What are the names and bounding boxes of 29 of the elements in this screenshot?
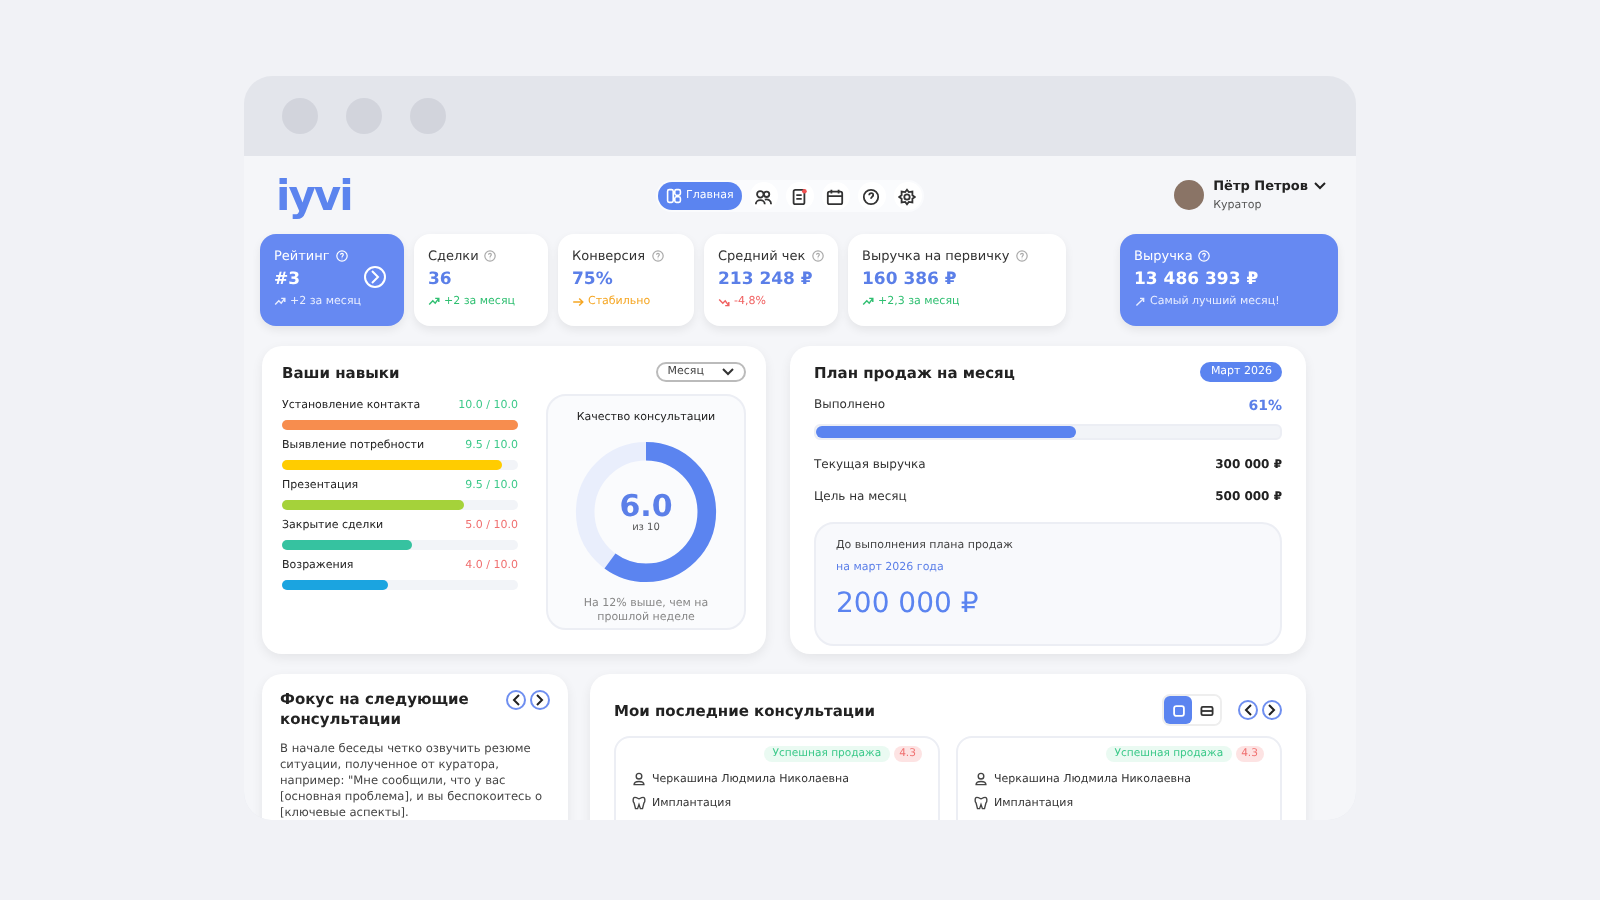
kpi-value: 160 386 ₽	[862, 270, 957, 290]
chevron-right-icon	[370, 270, 380, 284]
chevron-down-icon	[722, 368, 734, 376]
chevron-down-icon[interactable]	[1314, 182, 1326, 190]
avatar[interactable]	[1173, 180, 1204, 210]
tooth-icon	[632, 796, 646, 810]
next-button[interactable]	[530, 690, 550, 710]
kpi-value: 13 486 393 ₽	[1134, 270, 1259, 290]
calendar-icon[interactable]	[821, 182, 850, 210]
remaining-amount: 200 000 ₽	[836, 588, 981, 620]
dashboard-icon	[666, 188, 682, 204]
list-icon	[1199, 703, 1213, 717]
kpi-value: 75%	[572, 270, 613, 290]
people-icon[interactable]	[749, 182, 778, 210]
tooth-icon	[974, 796, 988, 810]
chevron-right-button[interactable]	[364, 266, 386, 288]
previous-button[interactable]	[1238, 700, 1258, 720]
previous-button[interactable]	[506, 690, 526, 710]
settings-icon[interactable]	[893, 182, 922, 210]
square-icon	[1171, 703, 1185, 717]
document-icon[interactable]	[785, 182, 814, 210]
kpi-value: #3	[274, 270, 301, 290]
help-icon[interactable]	[857, 182, 886, 210]
kpi-value: 36	[428, 270, 452, 290]
next-button[interactable]	[1262, 700, 1282, 720]
quality-score: 6.0	[619, 491, 673, 521]
kpi-value: 213 248 ₽	[718, 270, 813, 290]
person-icon	[632, 772, 646, 786]
person-icon	[974, 772, 988, 786]
